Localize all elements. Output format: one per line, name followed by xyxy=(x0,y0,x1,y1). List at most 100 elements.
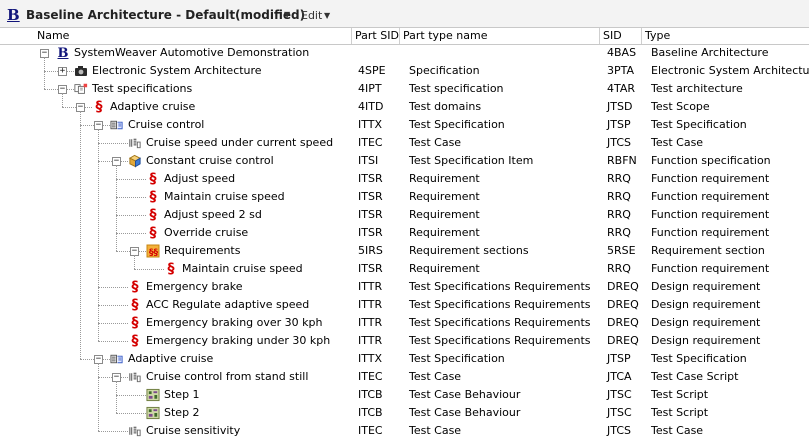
part-type-name-cell: Test Case Behaviour xyxy=(409,406,521,419)
tree-connector-line xyxy=(98,143,128,144)
tree-row[interactable]: § Emergency braking under 30 kph ITTR Test … xyxy=(0,332,809,350)
tree-row[interactable]: § Adjust speed 2 sd ITSR Requirement RRQ Func… xyxy=(0,206,809,224)
tree-row[interactable]: Step 2 ITCB Test Case Behaviour JTSC Test Sc… xyxy=(0,404,809,422)
tree-item-name[interactable]: Step 1 xyxy=(164,388,200,402)
tree-connector-line xyxy=(116,197,146,198)
header-part-sid[interactable]: Part SID xyxy=(355,29,399,43)
sid-cell: RRQ xyxy=(607,262,631,275)
type-cell: Function requirement xyxy=(651,226,770,239)
sid-cell: DREQ xyxy=(607,298,639,311)
tree-row[interactable]: − B SystemWeaver Automotive Demonstration 4… xyxy=(0,44,809,62)
part-sid-cell: ITSR xyxy=(358,226,383,239)
tree-row[interactable]: Cruise speed under current speed ITEC Test… xyxy=(0,134,809,152)
part-sid-cell: 4SPE xyxy=(358,64,386,77)
tree-item-name[interactable]: ACC Regulate adaptive speed xyxy=(146,298,309,312)
sid-cell: RRQ xyxy=(607,172,631,185)
requirement-icon: § xyxy=(149,225,157,241)
tree-item-name[interactable]: Adaptive cruise xyxy=(110,100,195,114)
header-sid[interactable]: SID xyxy=(603,29,622,43)
tree-connector-line xyxy=(134,269,164,270)
tree-row[interactable]: § ACC Regulate adaptive speed ITTR Test Spe… xyxy=(0,296,809,314)
test-case-icon xyxy=(128,136,142,150)
tree-row[interactable]: Step 1 ITCB Test Case Behaviour JTSC Test Sc… xyxy=(0,386,809,404)
tree-item-name[interactable]: Cruise control xyxy=(128,118,204,132)
header-name[interactable]: Name xyxy=(37,29,69,43)
sid-cell: 4TAR xyxy=(607,82,636,95)
title-dropdown-icon[interactable]: ▼ xyxy=(284,10,290,19)
edit-dropdown-icon[interactable]: ▼ xyxy=(324,11,330,20)
column-divider[interactable] xyxy=(351,28,352,44)
tree-item-name[interactable]: Maintain cruise speed xyxy=(182,262,303,276)
tree-connector-line xyxy=(116,395,146,396)
part-sid-cell: ITCB xyxy=(358,406,383,419)
tree-connector-line xyxy=(98,341,128,342)
tree-connector-line xyxy=(116,215,146,216)
tree-item-name[interactable]: Override cruise xyxy=(164,226,248,240)
tree-row[interactable]: § Emergency braking over 30 kph ITTR Test S… xyxy=(0,314,809,332)
tree-row[interactable]: − Constant cruise control ITSI Test Specifi… xyxy=(0,152,809,170)
camera-icon xyxy=(74,64,88,78)
tree-item-name[interactable]: SystemWeaver Automotive Demonstration xyxy=(74,46,309,60)
column-divider[interactable] xyxy=(399,28,400,44)
sid-cell: JTSC xyxy=(607,388,632,401)
header-part-type-name[interactable]: Part type name xyxy=(403,29,487,43)
tree-row[interactable]: − §§ Requirements 5IRS Requirement sections 5… xyxy=(0,242,809,260)
header-type[interactable]: Type xyxy=(645,29,670,43)
tree-item-name[interactable]: Emergency braking under 30 kph xyxy=(146,334,330,348)
tree-row[interactable]: § Emergency brake ITTR Test Specifications … xyxy=(0,278,809,296)
test-architecture-icon xyxy=(74,82,88,96)
tree-row[interactable]: § Adjust speed ITSR Requirement RRQ Function … xyxy=(0,170,809,188)
part-sid-cell: ITEC xyxy=(358,424,383,437)
requirement-icon: § xyxy=(131,297,139,313)
tree-item-name[interactable]: Cruise speed under current speed xyxy=(146,136,333,150)
part-sid-cell: 4IPT xyxy=(358,82,382,95)
edit-menu[interactable]: Edit xyxy=(301,9,322,22)
column-divider[interactable] xyxy=(641,28,642,44)
part-type-name-cell: Requirement xyxy=(409,262,480,275)
tree-item-name[interactable]: Adjust speed xyxy=(164,172,235,186)
tree-item-name[interactable]: Adjust speed 2 sd xyxy=(164,208,262,222)
sid-cell: RBFN xyxy=(607,154,637,167)
part-type-name-cell: Requirement xyxy=(409,172,480,185)
tree-item-name[interactable]: Emergency brake xyxy=(146,280,243,294)
tree-row[interactable]: Cruise sensitivity ITEC Test Case JTCS Test … xyxy=(0,422,809,440)
tree-item-name[interactable]: Emergency braking over 30 kph xyxy=(146,316,323,330)
test-specification-icon xyxy=(110,118,124,132)
tree-connector-line xyxy=(98,363,99,431)
type-cell: Test Specification xyxy=(651,352,747,365)
column-header: Name Part SID Part type name SID Type xyxy=(0,27,809,45)
part-type-name-cell: Test Specifications Requirements xyxy=(409,334,591,347)
tree-item-name[interactable]: Step 2 xyxy=(164,406,200,420)
tree-item-name[interactable]: Cruise control from stand still xyxy=(146,370,308,384)
tree-row[interactable]: § Override cruise ITSR Requirement RRQ Functi… xyxy=(0,224,809,242)
tree-row[interactable]: − Adaptive cruise ITTX Test Specification JT… xyxy=(0,350,809,368)
tree-row[interactable]: − § Adaptive cruise 4ITD Test domains JTSD Tes… xyxy=(0,98,809,116)
tree-item-name[interactable]: Maintain cruise speed xyxy=(164,190,285,204)
tree-item-name[interactable]: Adaptive cruise xyxy=(128,352,213,366)
type-cell: Test Scope xyxy=(651,100,710,113)
tree-row[interactable]: § Maintain cruise speed ITSR Requirement RRQ… xyxy=(0,260,809,278)
type-cell: Function requirement xyxy=(651,190,770,203)
column-divider[interactable] xyxy=(599,28,600,44)
part-sid-cell: 5IRS xyxy=(358,244,383,257)
tree-row[interactable]: + Electronic System Architecture 4SPE Speci… xyxy=(0,62,809,80)
tree-item-name[interactable]: Cruise sensitivity xyxy=(146,424,240,438)
sid-cell: 4BAS xyxy=(607,46,637,59)
tree-item-name[interactable]: Electronic System Architecture xyxy=(92,64,262,78)
requirement-icon: § xyxy=(131,315,139,331)
tree-row[interactable]: − Cruise control from stand still ITEC Test… xyxy=(0,368,809,386)
tree-connector-line xyxy=(116,179,146,180)
test-specification-icon xyxy=(110,352,124,366)
tree-item-name[interactable]: Requirements xyxy=(164,244,240,258)
test-case-icon xyxy=(128,424,142,438)
tree-item-name[interactable]: Constant cruise control xyxy=(146,154,274,168)
expand-icon[interactable]: + xyxy=(58,67,67,76)
tree-item-name[interactable]: Test specifications xyxy=(92,82,192,96)
type-cell: Function requirement xyxy=(651,262,770,275)
tree-row[interactable]: − Test specifications 4IPT Test specificati… xyxy=(0,80,809,98)
sid-cell: DREQ xyxy=(607,280,639,293)
sid-cell: 5RSE xyxy=(607,244,636,257)
tree-row[interactable]: − Cruise control ITTX Test Specification JTS… xyxy=(0,116,809,134)
tree-row[interactable]: § Maintain cruise speed ITSR Requirement RRQ… xyxy=(0,188,809,206)
part-type-name-cell: Requirement xyxy=(409,226,480,239)
